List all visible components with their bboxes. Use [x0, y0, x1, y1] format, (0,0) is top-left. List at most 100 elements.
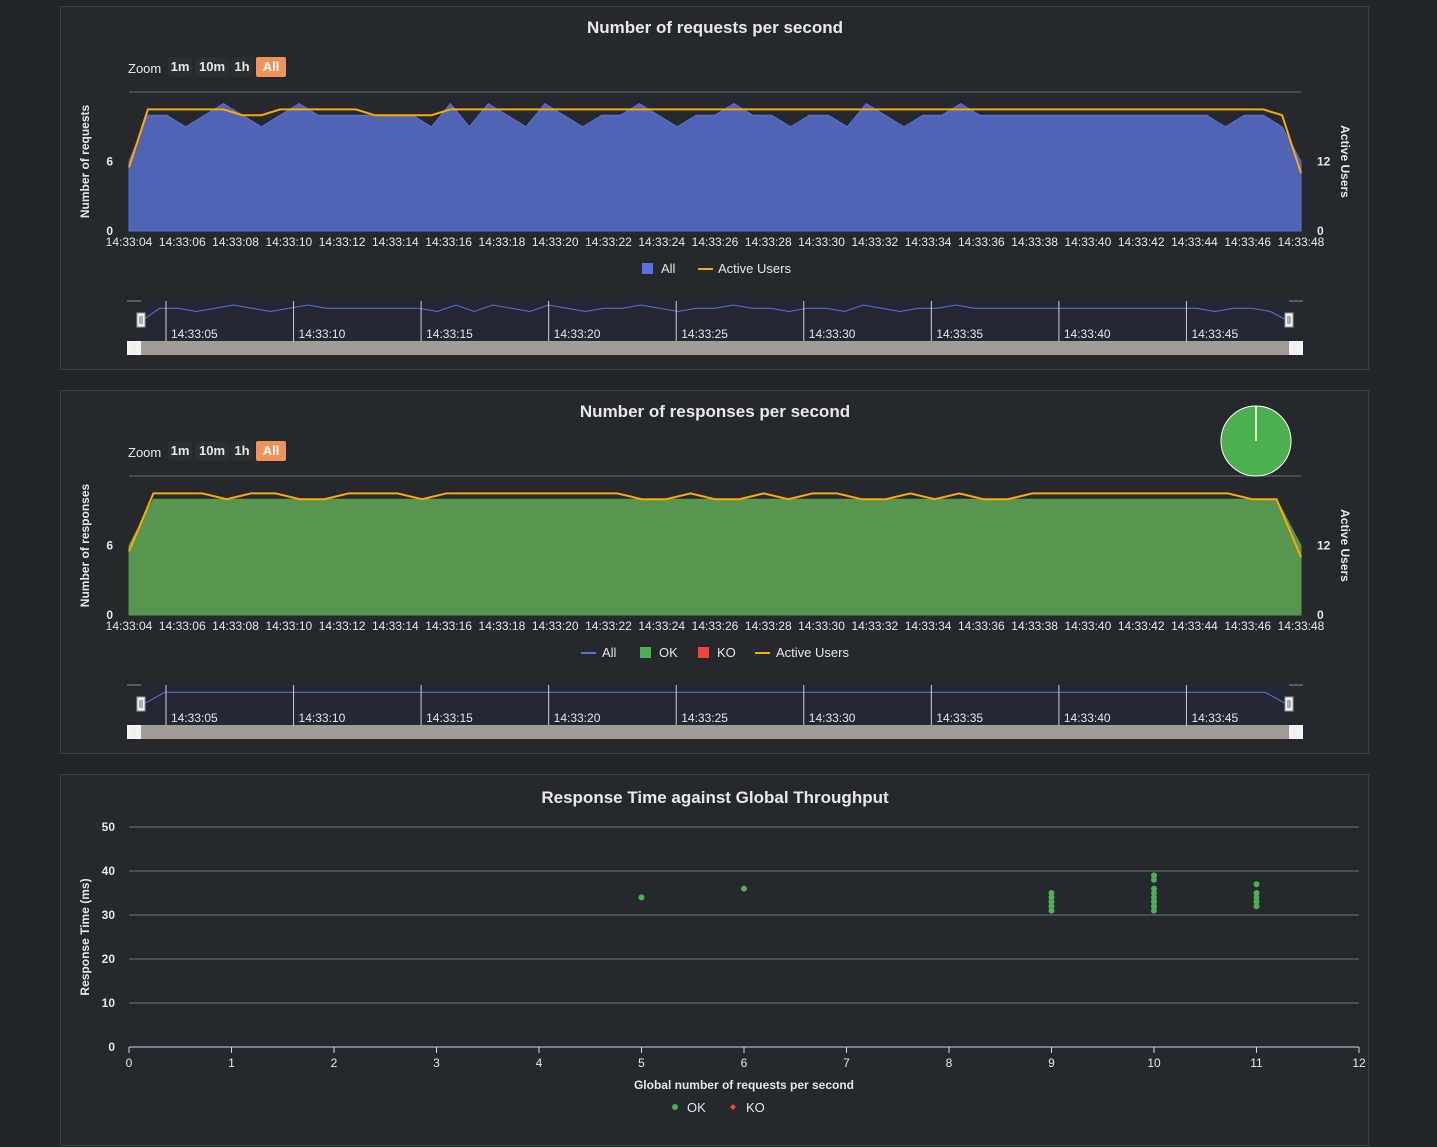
x-tick-label: 14:33:48: [1278, 619, 1325, 633]
ok-ko-pie: [1220, 405, 1292, 477]
scatter-point-ok[interactable]: [1151, 872, 1157, 879]
x-tick-label: 9: [1048, 1056, 1055, 1070]
zoom-button-10m[interactable]: 10m: [195, 441, 229, 461]
x-tick-label: 14:33:10: [265, 619, 312, 633]
x-tick-label: 14:33:48: [1278, 235, 1325, 249]
legend-ok-symbol[interactable]: [672, 1104, 678, 1110]
navigator-tick-label: 14:33:45: [1191, 711, 1238, 725]
zoom-button-label: All: [263, 443, 280, 458]
x-tick-label: 14:33:20: [532, 235, 579, 249]
legend-all-label: All: [661, 261, 676, 276]
zoom-button-label: 10m: [199, 443, 225, 458]
x-tick-label: 14:33:08: [212, 619, 259, 633]
zoom-button-All[interactable]: All: [256, 441, 286, 461]
navigator-right-handle[interactable]: [1284, 312, 1294, 328]
scatter-point-ok[interactable]: [638, 894, 645, 901]
response-time-throughput-panel: Response Time against Global Throughput 0…: [60, 774, 1369, 1146]
navigator-scrollbar[interactable]: ‹ ›: [127, 341, 1303, 355]
y-axis-label: Number of responses: [78, 483, 92, 607]
zoom-button-All[interactable]: All: [256, 57, 286, 77]
zoom-button-1m[interactable]: 1m: [168, 57, 192, 77]
x-tick-label: 14:33:28: [745, 235, 792, 249]
y-tick-label: 50: [102, 820, 116, 834]
x-tick-label: 14:33:44: [1171, 235, 1218, 249]
scatter-point-ok[interactable]: [1151, 885, 1157, 892]
zoom-button-label: 1h: [234, 443, 249, 458]
legend-active-users-label: Active Users: [776, 645, 849, 660]
chart-title: Number of responses per second: [580, 402, 850, 421]
legend-all-symbol[interactable]: [642, 263, 653, 274]
x-tick-label: 5: [638, 1056, 645, 1070]
navigator-scrollbar[interactable]: ‹ ›: [127, 725, 1303, 739]
zoom-button-label: 1m: [171, 443, 190, 458]
scrollbar-thumb[interactable]: [141, 725, 1289, 739]
navigator-tick-label: 14:33:40: [1064, 711, 1111, 725]
scatter-point-ok[interactable]: [1253, 890, 1260, 896]
zoom-button-1m[interactable]: 1m: [168, 441, 192, 461]
zoom-button-label: 1m: [171, 59, 190, 74]
scrollbar-thumb[interactable]: [141, 341, 1289, 355]
responses-per-second-panel: Number of responses per second Zoom 1m 10m 1…: [60, 390, 1369, 754]
y-tick-label: 10: [102, 996, 116, 1010]
navigator[interactable]: 14:33:05 14:33:10 14:33:15 14:33:20 14:33:25…: [127, 300, 1303, 341]
zoom-button-label: 1h: [234, 59, 249, 74]
navigator-tick-label: 14:33:05: [171, 711, 218, 725]
navigator-left-handle[interactable]: [136, 696, 146, 712]
x-tick-label: 7: [843, 1056, 850, 1070]
x-tick-label: 8: [946, 1056, 953, 1070]
scatter-point-ok[interactable]: [1253, 881, 1260, 888]
scatter-point-ok[interactable]: [1048, 890, 1055, 896]
scatter-chart: Response Time against Global Throughput 0…: [78, 788, 1366, 1115]
y-tick-label: 0: [108, 1040, 115, 1054]
x-tick-label: 14:33:16: [425, 235, 472, 249]
navigator-tick-label: 14:33:30: [809, 711, 856, 725]
x-tick-label: 14:33:36: [958, 235, 1005, 249]
x-tick-label: 14:33:24: [638, 619, 685, 633]
x-tick-label: 14:33:42: [1118, 619, 1165, 633]
zoom-button-label: 10m: [199, 59, 225, 74]
navigator-tick-label: 14:33:25: [681, 711, 728, 725]
navigator-tick-label: 14:33:10: [299, 327, 346, 341]
x-tick-label: 14:33:30: [798, 235, 845, 249]
x-tick-label: 14:33:22: [585, 619, 632, 633]
y-axis-label: Response Time (ms): [78, 878, 92, 995]
x-tick-label: 14:33:46: [1224, 235, 1271, 249]
scrollbar-left-arrow: ‹: [132, 341, 136, 355]
x-tick-label: 14:33:42: [1118, 235, 1165, 249]
navigator-left-handle[interactable]: [136, 312, 146, 328]
legend-ko-label: KO: [717, 645, 736, 660]
scatter-point-ok[interactable]: [741, 885, 747, 892]
zoom-button-10m[interactable]: 10m: [195, 57, 229, 77]
x-tick-label: 14:33:26: [692, 235, 739, 249]
y-tick-label: 40: [102, 864, 116, 878]
x-tick-label: 14:33:18: [479, 619, 526, 633]
legend-ko-symbol[interactable]: [730, 1104, 736, 1110]
x-tick-label: 14:33:28: [745, 619, 792, 633]
x-tick-label: 12: [1352, 1056, 1366, 1070]
x-tick-label: 1: [228, 1056, 235, 1070]
x-tick-label: 14:33:40: [1065, 619, 1112, 633]
zoom-button-1h[interactable]: 1h: [231, 57, 253, 77]
x-tick-label: 14:33:06: [159, 619, 206, 633]
navigator[interactable]: 14:33:05 14:33:10 14:33:15 14:33:20 14:33:25…: [127, 684, 1303, 725]
y-tick-label: 20: [102, 952, 116, 966]
x-tick-label: 14:33:20: [532, 619, 579, 633]
x-tick-label: 14:33:12: [319, 235, 366, 249]
legend-ok-symbol[interactable]: [640, 647, 651, 658]
x-tick-label: 14:33:18: [479, 235, 526, 249]
series-ok-area: [128, 498, 1302, 616]
x-tick-label: 14:33:36: [958, 619, 1005, 633]
x-tick-label: 14:33:14: [372, 235, 419, 249]
y2-axis-label: Active Users: [1338, 125, 1352, 198]
x-tick-label: 14:33:16: [425, 619, 472, 633]
zoom-button-1h[interactable]: 1h: [231, 441, 253, 461]
y-tick-label: 6: [106, 539, 113, 553]
y2-tick-label: 12: [1317, 539, 1331, 553]
legend-ko-symbol[interactable]: [698, 647, 709, 658]
x-tick-label: 14:33:38: [1011, 619, 1058, 633]
navigator-tick-label: 14:33:40: [1064, 327, 1111, 341]
navigator-right-handle[interactable]: [1284, 696, 1294, 712]
x-tick-label: 6: [741, 1056, 748, 1070]
x-tick-label: 14:33:40: [1065, 235, 1112, 249]
x-tick-label: 4: [536, 1056, 543, 1070]
